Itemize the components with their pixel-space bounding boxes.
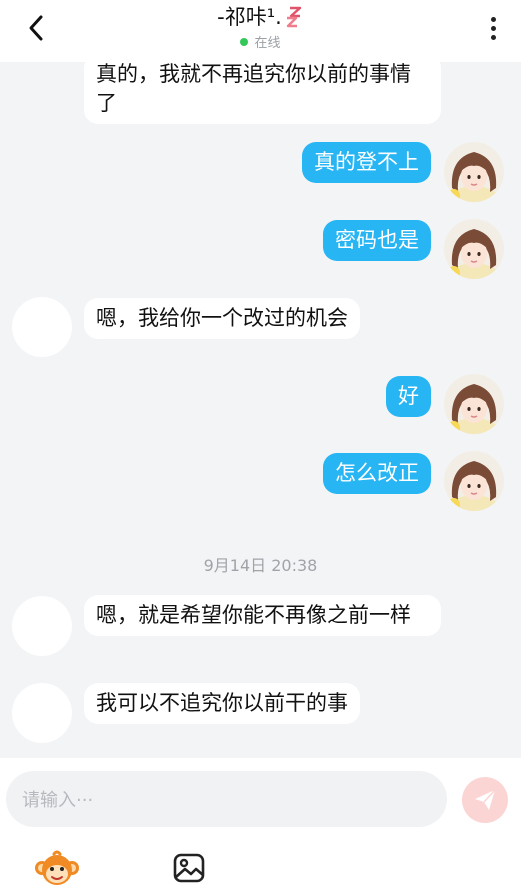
- message-bubble-sent[interactable]: 密码也是: [323, 220, 431, 261]
- send-button[interactable]: [462, 777, 508, 823]
- contact-avatar[interactable]: [12, 596, 72, 656]
- my-avatar[interactable]: [444, 451, 504, 511]
- input-bar: 请输入···: [0, 758, 521, 886]
- message-input[interactable]: 请输入···: [6, 771, 447, 827]
- more-vertical-icon: [490, 16, 496, 22]
- my-avatar[interactable]: [444, 374, 504, 434]
- image-picker-button[interactable]: [172, 852, 208, 884]
- monkey-emoji-icon: [35, 850, 79, 885]
- my-avatar[interactable]: [444, 142, 504, 202]
- message-list[interactable]: 真的，我就不再追究你以前的事情了 真的登不上 密码也是 嗯，我给你一个改过的机会…: [0, 54, 521, 758]
- avatar-photo-icon: [444, 374, 504, 434]
- message-bubble-received[interactable]: 我可以不追究你以前干的事: [84, 683, 360, 724]
- avatar-photo-icon: [444, 142, 504, 202]
- message-text: 怎么改正: [335, 461, 419, 485]
- contact-avatar[interactable]: [12, 683, 72, 743]
- message-text: 真的，我就不再追究你以前的事情了: [96, 62, 411, 115]
- contact-name: -祁咔¹.: [217, 5, 282, 29]
- image-icon: [173, 853, 205, 883]
- message-bubble-sent[interactable]: 真的登不上: [302, 142, 431, 183]
- message-bubble-received[interactable]: 嗯，我给你一个改过的机会: [84, 298, 360, 339]
- contact-avatar[interactable]: [12, 297, 72, 357]
- message-text: 我可以不追究你以前干的事: [96, 691, 348, 715]
- timestamp-separator: 9月14日 20:38: [203, 556, 318, 575]
- message-text: 密码也是: [335, 228, 419, 252]
- message-text: 嗯，我给你一个改过的机会: [96, 306, 348, 330]
- avatar-photo-icon: [444, 451, 504, 511]
- online-dot-icon: [240, 37, 249, 46]
- emoji-button[interactable]: [34, 850, 80, 886]
- message-bubble-sent[interactable]: 怎么改正: [323, 453, 431, 494]
- chat-header: -祁咔¹. 在线: [0, 0, 521, 62]
- chat-title-area: -祁咔¹. 在线: [0, 4, 521, 51]
- message-bubble-received[interactable]: 真的，我就不再追究你以前的事情了: [84, 54, 441, 124]
- status-label: 在线: [254, 36, 281, 51]
- online-status: 在线: [240, 32, 281, 51]
- my-avatar[interactable]: [444, 219, 504, 279]
- chat-title: -祁咔¹.: [217, 4, 304, 30]
- input-placeholder: 请输入···: [22, 790, 94, 811]
- more-options-button[interactable]: [483, 12, 503, 44]
- sleep-zz-icon: [286, 6, 302, 28]
- send-icon: [475, 789, 496, 810]
- message-text: 嗯，就是希望你能不再像之前一样: [96, 603, 411, 627]
- message-bubble-sent[interactable]: 好: [386, 376, 431, 417]
- message-bubble-received[interactable]: 嗯，就是希望你能不再像之前一样: [84, 595, 441, 636]
- message-text: 好: [398, 384, 419, 408]
- avatar-photo-icon: [444, 219, 504, 279]
- message-text: 真的登不上: [314, 150, 419, 174]
